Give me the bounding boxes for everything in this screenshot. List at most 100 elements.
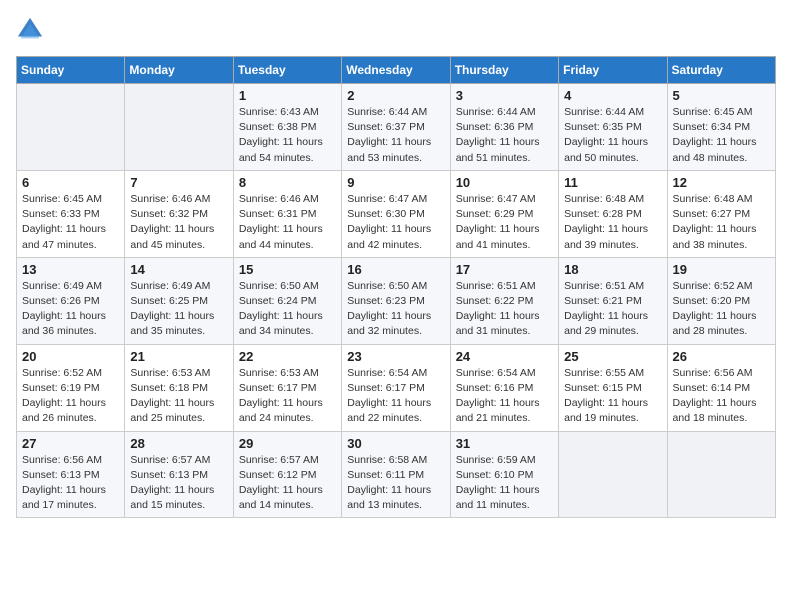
day-number: 14 [130,262,227,277]
weekday-header: Tuesday [233,57,341,84]
calendar-table: SundayMondayTuesdayWednesdayThursdayFrid… [16,56,776,518]
day-number: 24 [456,349,553,364]
calendar-cell: 9 Sunrise: 6:47 AMSunset: 6:30 PMDaylight… [342,170,450,257]
day-number: 2 [347,88,444,103]
day-info: Sunrise: 6:50 AMSunset: 6:23 PMDaylight:… [347,279,444,340]
day-number: 22 [239,349,336,364]
calendar-cell: 8 Sunrise: 6:46 AMSunset: 6:31 PMDaylight… [233,170,341,257]
day-info: Sunrise: 6:44 AMSunset: 6:37 PMDaylight:… [347,105,444,166]
day-info: Sunrise: 6:45 AMSunset: 6:33 PMDaylight:… [22,192,119,253]
calendar-cell: 1 Sunrise: 6:43 AMSunset: 6:38 PMDaylight… [233,84,341,171]
day-number: 27 [22,436,119,451]
day-info: Sunrise: 6:49 AMSunset: 6:25 PMDaylight:… [130,279,227,340]
calendar-cell: 15 Sunrise: 6:50 AMSunset: 6:24 PMDayligh… [233,257,341,344]
day-number: 1 [239,88,336,103]
day-info: Sunrise: 6:52 AMSunset: 6:19 PMDaylight:… [22,366,119,427]
calendar-cell: 17 Sunrise: 6:51 AMSunset: 6:22 PMDayligh… [450,257,558,344]
day-info: Sunrise: 6:53 AMSunset: 6:17 PMDaylight:… [239,366,336,427]
day-info: Sunrise: 6:48 AMSunset: 6:27 PMDaylight:… [673,192,770,253]
day-number: 30 [347,436,444,451]
day-info: Sunrise: 6:59 AMSunset: 6:10 PMDaylight:… [456,453,553,514]
day-number: 6 [22,175,119,190]
calendar-cell [125,84,233,171]
calendar-cell: 12 Sunrise: 6:48 AMSunset: 6:27 PMDayligh… [667,170,775,257]
page-header [16,16,776,44]
calendar-cell: 29 Sunrise: 6:57 AMSunset: 6:12 PMDayligh… [233,431,341,518]
calendar-cell: 23 Sunrise: 6:54 AMSunset: 6:17 PMDayligh… [342,344,450,431]
calendar-cell: 14 Sunrise: 6:49 AMSunset: 6:25 PMDayligh… [125,257,233,344]
day-info: Sunrise: 6:49 AMSunset: 6:26 PMDaylight:… [22,279,119,340]
day-info: Sunrise: 6:51 AMSunset: 6:22 PMDaylight:… [456,279,553,340]
calendar-cell: 10 Sunrise: 6:47 AMSunset: 6:29 PMDayligh… [450,170,558,257]
day-number: 12 [673,175,770,190]
day-info: Sunrise: 6:57 AMSunset: 6:12 PMDaylight:… [239,453,336,514]
day-number: 13 [22,262,119,277]
day-info: Sunrise: 6:43 AMSunset: 6:38 PMDaylight:… [239,105,336,166]
calendar-cell: 24 Sunrise: 6:54 AMSunset: 6:16 PMDayligh… [450,344,558,431]
day-number: 26 [673,349,770,364]
day-info: Sunrise: 6:50 AMSunset: 6:24 PMDaylight:… [239,279,336,340]
day-number: 4 [564,88,661,103]
logo-icon [16,16,44,44]
day-info: Sunrise: 6:56 AMSunset: 6:13 PMDaylight:… [22,453,119,514]
day-number: 18 [564,262,661,277]
calendar-cell: 21Sunrise: 6:53 AMSunset: 6:18 PMDayligh… [125,344,233,431]
day-number: 31 [456,436,553,451]
day-number: 23 [347,349,444,364]
calendar-cell: 25Sunrise: 6:55 AMSunset: 6:15 PMDayligh… [559,344,667,431]
day-info: Sunrise: 6:45 AMSunset: 6:34 PMDaylight:… [673,105,770,166]
day-info: Sunrise: 6:52 AMSunset: 6:20 PMDaylight:… [673,279,770,340]
calendar-cell: 26Sunrise: 6:56 AMSunset: 6:14 PMDayligh… [667,344,775,431]
calendar-cell [17,84,125,171]
day-number: 8 [239,175,336,190]
calendar-cell: 13 Sunrise: 6:49 AMSunset: 6:26 PMDayligh… [17,257,125,344]
day-info: Sunrise: 6:54 AMSunset: 6:16 PMDaylight:… [456,366,553,427]
calendar-cell: 3 Sunrise: 6:44 AMSunset: 6:36 PMDaylight… [450,84,558,171]
calendar-cell: 20 Sunrise: 6:52 AMSunset: 6:19 PMDayligh… [17,344,125,431]
calendar-week-row: 27 Sunrise: 6:56 AMSunset: 6:13 PMDayligh… [17,431,776,518]
calendar-cell: 31 Sunrise: 6:59 AMSunset: 6:10 PMDayligh… [450,431,558,518]
calendar-cell: 22 Sunrise: 6:53 AMSunset: 6:17 PMDayligh… [233,344,341,431]
day-number: 16 [347,262,444,277]
calendar-week-row: 1 Sunrise: 6:43 AMSunset: 6:38 PMDaylight… [17,84,776,171]
calendar-week-row: 13 Sunrise: 6:49 AMSunset: 6:26 PMDayligh… [17,257,776,344]
day-info: Sunrise: 6:47 AMSunset: 6:30 PMDaylight:… [347,192,444,253]
calendar-cell: 6 Sunrise: 6:45 AMSunset: 6:33 PMDaylight… [17,170,125,257]
calendar-cell: 4 Sunrise: 6:44 AMSunset: 6:35 PMDaylight… [559,84,667,171]
day-info: Sunrise: 6:54 AMSunset: 6:17 PMDaylight:… [347,366,444,427]
calendar-cell [667,431,775,518]
day-info: Sunrise: 6:47 AMSunset: 6:29 PMDaylight:… [456,192,553,253]
calendar-week-row: 6 Sunrise: 6:45 AMSunset: 6:33 PMDaylight… [17,170,776,257]
day-number: 29 [239,436,336,451]
day-number: 20 [22,349,119,364]
day-number: 28 [130,436,227,451]
day-number: 21 [130,349,227,364]
day-number: 7 [130,175,227,190]
day-info: Sunrise: 6:46 AMSunset: 6:31 PMDaylight:… [239,192,336,253]
day-info: Sunrise: 6:44 AMSunset: 6:35 PMDaylight:… [564,105,661,166]
calendar-cell: 28 Sunrise: 6:57 AMSunset: 6:13 PMDayligh… [125,431,233,518]
day-number: 17 [456,262,553,277]
weekday-header: Thursday [450,57,558,84]
day-number: 10 [456,175,553,190]
weekday-header-row: SundayMondayTuesdayWednesdayThursdayFrid… [17,57,776,84]
day-number: 5 [673,88,770,103]
weekday-header: Monday [125,57,233,84]
day-info: Sunrise: 6:58 AMSunset: 6:11 PMDaylight:… [347,453,444,514]
calendar-cell [559,431,667,518]
calendar-cell: 19Sunrise: 6:52 AMSunset: 6:20 PMDayligh… [667,257,775,344]
day-info: Sunrise: 6:48 AMSunset: 6:28 PMDaylight:… [564,192,661,253]
day-number: 3 [456,88,553,103]
weekday-header: Wednesday [342,57,450,84]
day-info: Sunrise: 6:57 AMSunset: 6:13 PMDaylight:… [130,453,227,514]
day-info: Sunrise: 6:44 AMSunset: 6:36 PMDaylight:… [456,105,553,166]
calendar-cell: 16 Sunrise: 6:50 AMSunset: 6:23 PMDayligh… [342,257,450,344]
day-number: 15 [239,262,336,277]
calendar-cell: 2 Sunrise: 6:44 AMSunset: 6:37 PMDaylight… [342,84,450,171]
day-number: 9 [347,175,444,190]
day-info: Sunrise: 6:46 AMSunset: 6:32 PMDaylight:… [130,192,227,253]
day-info: Sunrise: 6:51 AMSunset: 6:21 PMDaylight:… [564,279,661,340]
day-number: 11 [564,175,661,190]
weekday-header: Sunday [17,57,125,84]
calendar-cell: 5 Sunrise: 6:45 AMSunset: 6:34 PMDaylight… [667,84,775,171]
